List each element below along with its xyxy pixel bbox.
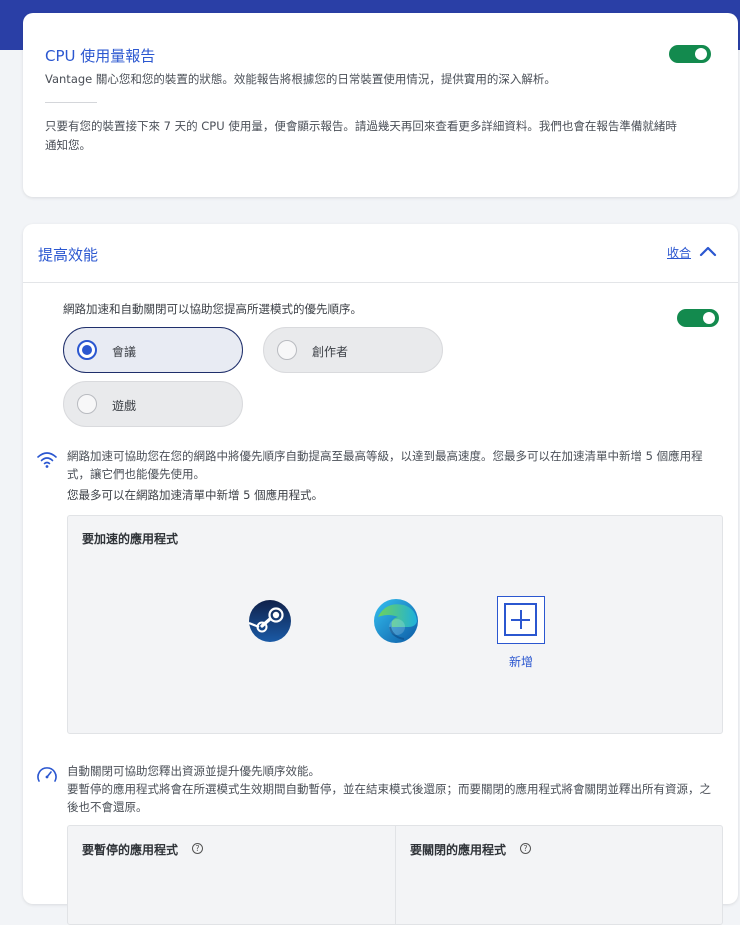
cpu-report-divider [45, 102, 97, 103]
auto-close-description: 自動關閉可協助您釋出資源並提升優先順序效能。 要暫停的應用程式將會在所選模式生效… [67, 762, 717, 816]
help-icon[interactable]: ? [520, 843, 531, 854]
cpu-report-description: Vantage 關心您和您的裝置的狀態。效能報告將根據您的日常裝置使用情況，提供… [45, 72, 556, 86]
close-apps-title: 要關閉的應用程式 [410, 843, 507, 857]
auto-close-description-line2: 要暫停的應用程式將會在所選模式生效期間自動暫停，並在結束模式後還原；而要關閉的應… [67, 782, 711, 814]
performance-card: 提高效能 收合 網路加速和自動關閉可以協助您提高所選模式的優先順序。 會議 創作… [23, 224, 738, 925]
radio-unselected-icon [77, 394, 97, 414]
boost-apps-panel: 要加速的應用程式 新增 [67, 515, 723, 734]
mode-option-meeting[interactable]: 會議 [63, 327, 243, 373]
performance-title: 提高效能 [38, 246, 99, 264]
toggle-knob [695, 48, 707, 60]
network-boost-limit-note: 您最多可以在網路加速清單中新增 5 個應用程式。 [67, 488, 324, 502]
column-divider [395, 826, 396, 924]
cpu-report-title: CPU 使用量報告 [45, 47, 156, 65]
wifi-icon [37, 452, 57, 468]
help-icon[interactable]: ? [192, 843, 203, 854]
toggle-knob [703, 312, 715, 324]
mode-option-creator[interactable]: 創作者 [263, 327, 443, 373]
cpu-report-card: CPU 使用量報告 Vantage 關心您和您的裝置的狀態。效能報告將根據您的日… [23, 13, 738, 197]
auto-close-apps-panel: 要暫停的應用程式 ? 要關閉的應用程式 ? [67, 825, 723, 925]
edge-icon[interactable] [372, 597, 420, 645]
radio-selected-icon [77, 340, 97, 360]
boost-apps-title: 要加速的應用程式 [82, 532, 179, 546]
radio-unselected-icon [277, 340, 297, 360]
auto-close-description-line1: 自動關閉可協助您釋出資源並提升優先順序效能。 [67, 764, 320, 778]
speedometer-icon [37, 767, 57, 782]
mode-option-label: 遊戲 [112, 399, 137, 413]
cpu-report-toggle[interactable] [669, 45, 711, 63]
collapse-link[interactable]: 收合 [667, 244, 691, 261]
performance-header-divider [23, 282, 738, 283]
mode-description: 網路加速和自動關閉可以協助您提高所選模式的優先順序。 [63, 302, 362, 316]
chevron-up-icon[interactable] [699, 244, 717, 258]
cpu-report-note: 只要有您的裝置接下來 7 天的 CPU 使用量，便會顯示報告。請過幾天再回來查看… [45, 119, 677, 152]
performance-toggle[interactable] [677, 309, 719, 327]
steam-icon[interactable] [248, 599, 292, 643]
pause-apps-title: 要暫停的應用程式 [82, 843, 179, 857]
add-app-label[interactable]: 新增 [497, 653, 545, 670]
plus-icon [504, 603, 537, 636]
mode-option-label: 會議 [112, 345, 137, 359]
network-boost-description: 網路加速可協助您在您的網路中將優先順序自動提高至最高等級，以達到最高速度。您最多… [67, 449, 703, 481]
mode-option-game[interactable]: 遊戲 [63, 381, 243, 427]
add-app-button[interactable] [497, 596, 545, 644]
mode-option-label: 創作者 [312, 345, 349, 359]
